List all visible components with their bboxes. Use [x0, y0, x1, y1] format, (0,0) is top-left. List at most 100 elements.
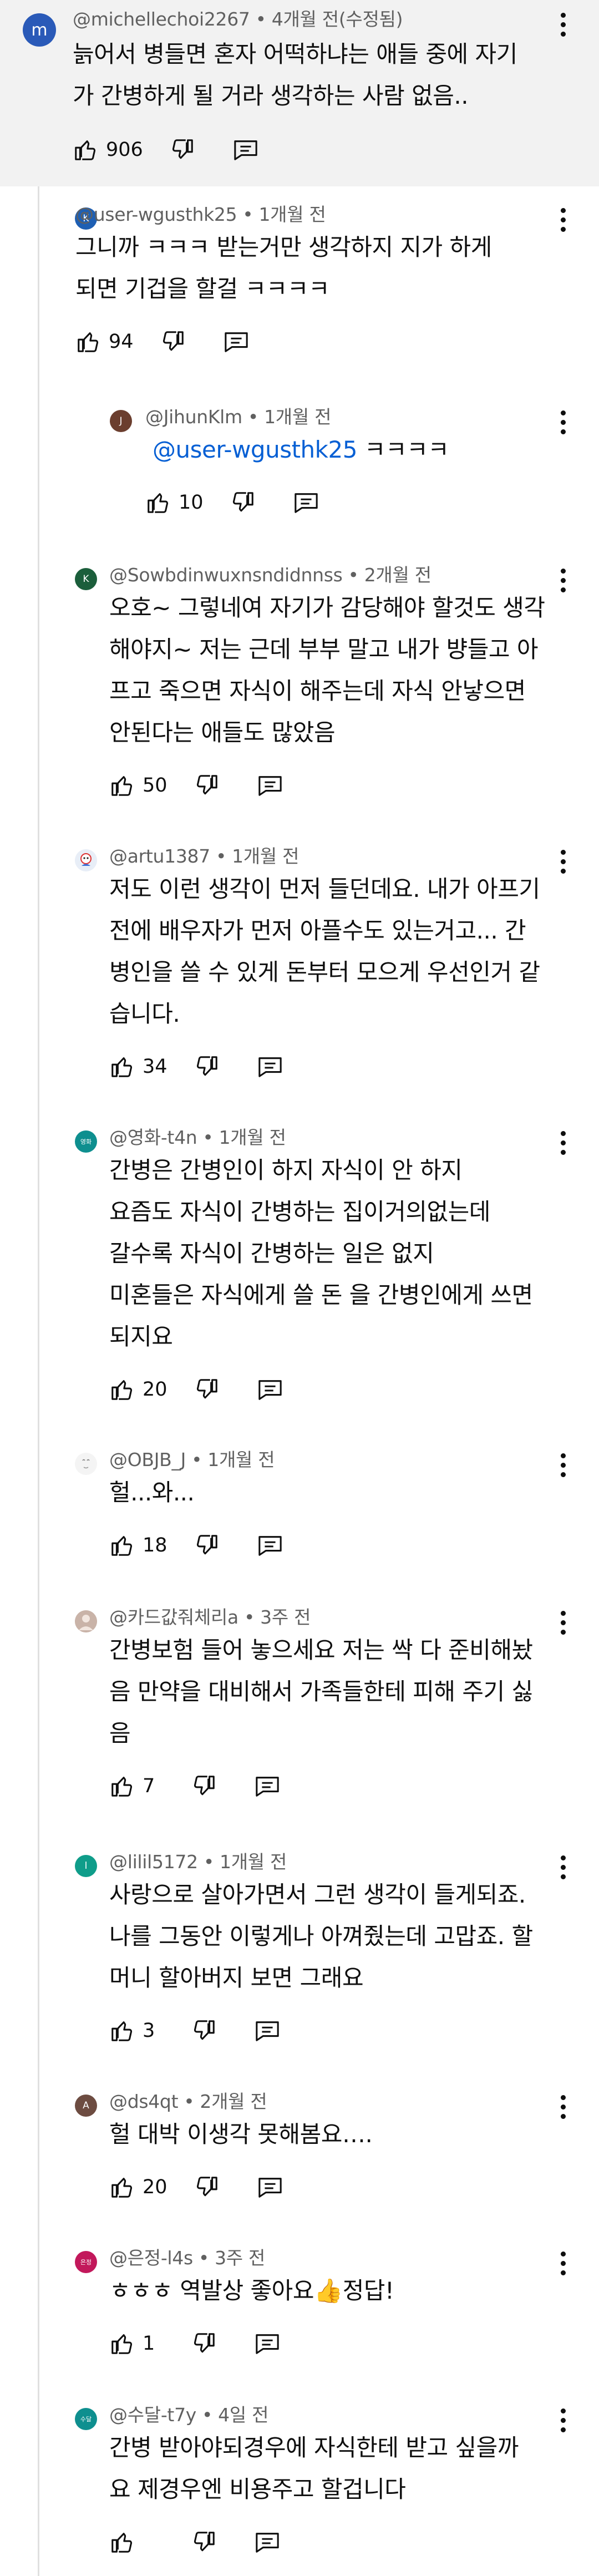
- reply-button[interactable]: [256, 773, 284, 798]
- thumbs-down-icon[interactable]: [194, 1377, 220, 1402]
- more-vertical-icon[interactable]: [557, 1607, 568, 1638]
- comment-author[interactable]: @카드값줘체리a: [109, 1606, 238, 1628]
- like-button[interactable]: 94: [75, 329, 134, 354]
- reply-comment-icon[interactable]: [256, 1054, 284, 1079]
- more-vertical-icon[interactable]: [557, 2091, 568, 2122]
- thumbs-up-icon[interactable]: [109, 1054, 135, 1079]
- reply-comment-icon[interactable]: [292, 490, 320, 515]
- reply-button[interactable]: [253, 2529, 281, 2555]
- dislike-button[interactable]: [170, 137, 195, 163]
- reply-comment-icon[interactable]: [256, 1533, 284, 1558]
- comment-author[interactable]: @user-wgusthk25: [75, 204, 237, 225]
- more-vertical-icon[interactable]: [557, 1127, 568, 1158]
- mention-link[interactable]: @user-wgusthk25: [153, 436, 357, 463]
- thumbs-up-icon[interactable]: [109, 2529, 135, 2555]
- avatar[interactable]: 수달: [75, 2408, 97, 2430]
- more-vertical-icon[interactable]: [557, 9, 568, 40]
- more-vertical-icon[interactable]: [557, 407, 568, 438]
- reply-comment-icon[interactable]: [253, 2331, 281, 2356]
- reply-button[interactable]: [256, 1533, 284, 1558]
- reply-comment-icon[interactable]: [256, 2174, 284, 2200]
- comment-author[interactable]: @OBJB_J: [109, 1449, 186, 1470]
- comment-author[interactable]: @Sowbdinwuxnsndidnnss: [109, 564, 343, 586]
- thumbs-up-icon[interactable]: [109, 2018, 135, 2043]
- thumbs-up-icon[interactable]: [109, 2331, 135, 2356]
- more-vertical-icon[interactable]: [557, 1852, 568, 1883]
- reply-comment-icon[interactable]: [232, 137, 260, 163]
- reply-button[interactable]: [232, 137, 260, 163]
- thumbs-up-icon[interactable]: [109, 773, 135, 798]
- thumbs-down-icon[interactable]: [194, 1054, 220, 1079]
- like-button[interactable]: 20: [109, 2174, 167, 2200]
- dislike-button[interactable]: [191, 1773, 217, 1799]
- dislike-button[interactable]: [191, 2018, 217, 2043]
- avatar[interactable]: [75, 1453, 97, 1475]
- dislike-button[interactable]: [194, 1533, 220, 1558]
- reply-button[interactable]: [253, 1773, 281, 1799]
- thumbs-down-icon[interactable]: [194, 1533, 220, 1558]
- dislike-button[interactable]: [191, 2529, 217, 2555]
- avatar[interactable]: [75, 849, 97, 871]
- thumbs-down-icon[interactable]: [191, 2018, 217, 2043]
- avatar[interactable]: l: [75, 1855, 97, 1877]
- thumbs-down-icon[interactable]: [191, 2331, 217, 2356]
- reply-comment-icon[interactable]: [253, 2018, 281, 2043]
- like-button[interactable]: 7: [109, 1773, 165, 1799]
- thumbs-up-icon[interactable]: [109, 1377, 135, 1402]
- reply-comment-icon[interactable]: [256, 1377, 284, 1402]
- thumbs-up-icon[interactable]: [73, 137, 98, 163]
- comment-author[interactable]: @michellechoi2267: [73, 8, 250, 30]
- reply-button[interactable]: [253, 2018, 281, 2043]
- comment-author[interactable]: @JihunKlm: [145, 406, 242, 428]
- avatar[interactable]: m: [23, 13, 56, 47]
- reply-button[interactable]: [253, 2331, 281, 2356]
- thumbs-up-icon[interactable]: [109, 1533, 135, 1558]
- like-button[interactable]: 34: [109, 1054, 167, 1079]
- reply-button[interactable]: [292, 490, 320, 515]
- like-button[interactable]: 906: [73, 137, 143, 163]
- comment-author[interactable]: @수달-t7y: [109, 2404, 196, 2426]
- like-button[interactable]: 20: [109, 1377, 167, 1402]
- like-button[interactable]: 10: [145, 490, 204, 515]
- comment-author[interactable]: @영화-t4n: [109, 1127, 197, 1148]
- dislike-button[interactable]: [160, 329, 186, 354]
- thumbs-down-icon[interactable]: [194, 2174, 220, 2200]
- like-button[interactable]: 18: [109, 1533, 167, 1558]
- thumbs-up-icon[interactable]: [75, 329, 101, 354]
- reply-button[interactable]: [256, 1377, 284, 1402]
- more-vertical-icon[interactable]: [557, 2248, 568, 2279]
- thumbs-up-icon[interactable]: [109, 1773, 135, 1799]
- dislike-button[interactable]: [194, 1377, 220, 1402]
- reply-comment-icon[interactable]: [256, 773, 284, 798]
- more-vertical-icon[interactable]: [557, 1449, 568, 1480]
- reply-button[interactable]: [222, 329, 250, 354]
- more-vertical-icon[interactable]: [557, 2405, 568, 2436]
- dislike-button[interactable]: [230, 490, 256, 515]
- thumbs-up-icon[interactable]: [145, 490, 171, 515]
- more-vertical-icon[interactable]: [557, 846, 568, 877]
- reply-button[interactable]: [256, 2174, 284, 2200]
- reply-button[interactable]: [256, 1054, 284, 1079]
- reply-comment-icon[interactable]: [253, 2529, 281, 2555]
- avatar[interactable]: K: [75, 568, 97, 590]
- thumbs-up-icon[interactable]: [109, 2174, 135, 2200]
- reply-comment-icon[interactable]: [253, 1773, 281, 1799]
- avatar[interactable]: [75, 1610, 97, 1632]
- more-vertical-icon[interactable]: [557, 565, 568, 596]
- avatar[interactable]: 은정: [75, 2251, 97, 2273]
- thumbs-down-icon[interactable]: [194, 773, 220, 798]
- more-vertical-icon[interactable]: [557, 204, 568, 235]
- dislike-button[interactable]: [194, 773, 220, 798]
- thumbs-down-icon[interactable]: [191, 1773, 217, 1799]
- thumbs-down-icon[interactable]: [160, 329, 186, 354]
- avatar[interactable]: J: [110, 410, 132, 432]
- thumbs-down-icon[interactable]: [230, 490, 256, 515]
- like-button[interactable]: [109, 2529, 165, 2555]
- comment-author[interactable]: @은정-l4s: [109, 2247, 193, 2269]
- avatar[interactable]: 영화: [75, 1130, 97, 1153]
- like-button[interactable]: 1: [109, 2331, 165, 2356]
- comment-author[interactable]: @lilil5172: [109, 1851, 198, 1873]
- like-button[interactable]: 3: [109, 2018, 165, 2043]
- thumbs-down-icon[interactable]: [170, 137, 195, 163]
- reply-comment-icon[interactable]: [222, 329, 250, 354]
